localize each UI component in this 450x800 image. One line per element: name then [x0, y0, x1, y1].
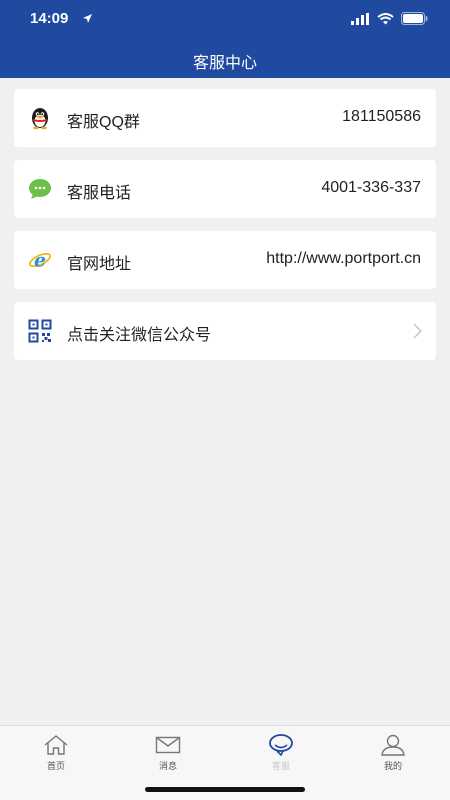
website-label: 官网地址 [67, 256, 132, 273]
phone-label: 客服电话 [67, 185, 132, 202]
wechat-follow-row[interactable]: 点击关注微信公众号 [14, 302, 436, 360]
service-icon [269, 734, 293, 756]
tab-service[interactable]: 客服 [251, 734, 311, 772]
qq-penguin-icon [32, 108, 48, 130]
svg-text:e: e [34, 250, 46, 272]
user-icon [381, 734, 405, 756]
phone-value: 4001-336-337 [321, 179, 421, 196]
tab-profile-label: 我的 [383, 762, 402, 772]
tab-messages[interactable]: 消息 [138, 734, 198, 772]
page-title: 客服中心 [192, 55, 257, 72]
header-bar: 14:09 客服中心 [0, 0, 450, 78]
status-time: 14:09 [30, 10, 69, 27]
battery-icon [401, 12, 428, 25]
chat-bubble-icon [29, 179, 51, 199]
qq-group-label: 客服QQ群 [67, 114, 140, 131]
tab-messages-label: 消息 [158, 762, 177, 772]
home-icon [44, 735, 68, 755]
website-row[interactable]: e 官网地址 http://www.portport.cn [14, 231, 436, 289]
tab-service-label: 客服 [271, 762, 290, 772]
ie-browser-icon: e [29, 250, 51, 272]
qq-group-value: 181150586 [342, 108, 421, 125]
qr-code-icon [28, 319, 52, 343]
home-indicator[interactable] [145, 787, 305, 792]
signal-icon [351, 12, 369, 25]
status-bar: 14:09 [0, 0, 450, 40]
wifi-icon [377, 12, 394, 24]
qq-group-row[interactable]: 客服QQ群 181150586 [14, 89, 436, 147]
tab-home-label: 首页 [46, 762, 65, 772]
tab-profile[interactable]: 我的 [363, 734, 423, 772]
chevron-right-icon [413, 323, 422, 339]
mail-icon [155, 736, 181, 754]
wechat-follow-label: 点击关注微信公众号 [67, 327, 212, 344]
website-value: http://www.portport.cn [266, 250, 421, 267]
phone-row[interactable]: 客服电话 4001-336-337 [14, 160, 436, 218]
location-arrow-icon [83, 14, 92, 23]
status-icons [351, 12, 428, 25]
tab-home[interactable]: 首页 [26, 734, 86, 772]
